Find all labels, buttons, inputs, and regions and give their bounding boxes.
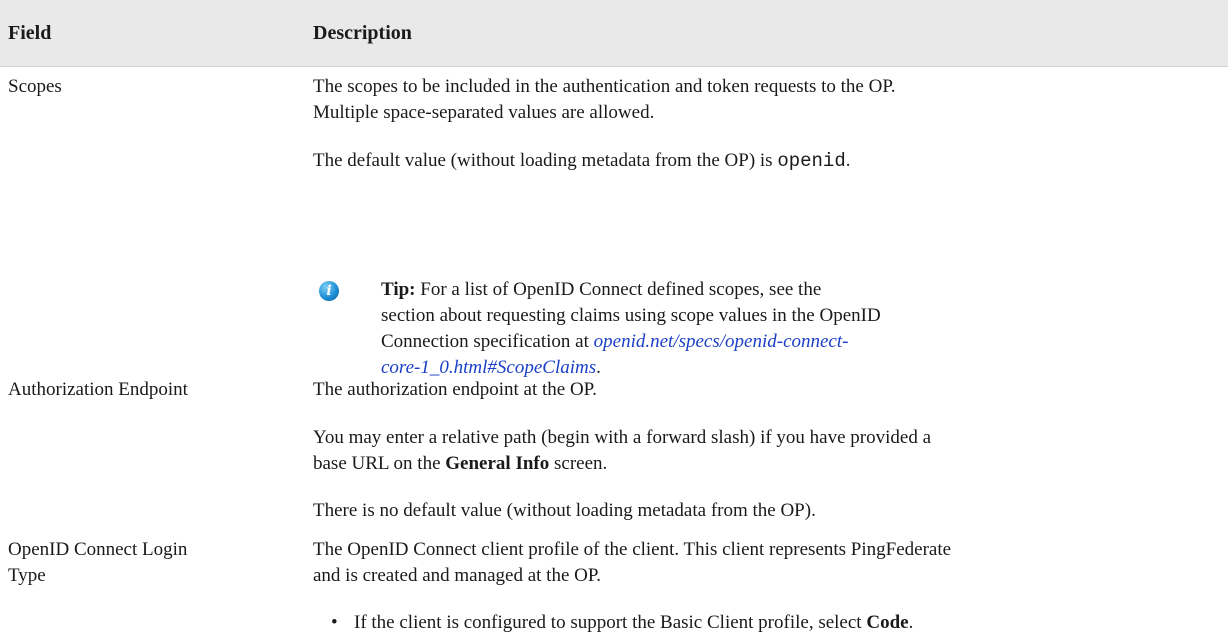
tip-text-3: Connection specification at: [381, 331, 594, 352]
tip-line2: section about requesting claims using sc…: [381, 305, 881, 326]
header-description: Description: [313, 22, 412, 44]
tip-text-1: For a list of OpenID Connect defined sco…: [415, 279, 822, 300]
bullet-text: If the client is configured to support t…: [354, 612, 867, 633]
bullet-marker: •: [331, 612, 338, 633]
tip-line1: Tip: For a list of OpenID Connect define…: [381, 277, 1101, 303]
tip-label: Tip:: [381, 279, 416, 300]
spec-link-cont[interactable]: core-1_0.html#ScopeClaims: [381, 357, 596, 378]
login-desc-line1: The OpenID Connect client profile of the…: [313, 539, 952, 560]
code-option: Code: [866, 612, 909, 633]
general-info-ref: General Info: [445, 453, 550, 474]
auth-path-line2: base URL on the General Info screen.: [313, 451, 1203, 477]
tip-line3: Connection specification at openid.net/s…: [381, 329, 1101, 355]
login-bullet-code: If the client is configured to support t…: [354, 610, 1214, 636]
tip-end: .: [596, 357, 601, 378]
auth-path-end: screen.: [549, 453, 608, 474]
scopes-desc-line2: Multiple space-separated values are allo…: [313, 102, 655, 123]
info-icon: i: [319, 281, 339, 301]
auth-path-line1: You may enter a relative path (begin wit…: [313, 427, 932, 448]
scopes-default-text: The default value (without loading metad…: [313, 150, 778, 171]
field-scopes: Scopes: [8, 76, 62, 97]
auth-default: There is no default value (without loadi…: [313, 500, 816, 521]
field-login-type-line2: Type: [8, 565, 46, 586]
header-field: Field: [8, 22, 52, 44]
field-login-type-line1: OpenID Connect Login: [8, 539, 188, 560]
scopes-default: The default value (without loading metad…: [313, 148, 1203, 174]
scopes-tip: Tip: For a list of OpenID Connect define…: [381, 277, 1101, 381]
auth-desc: The authorization endpoint at the OP.: [313, 379, 597, 400]
login-desc-line2: and is created and managed at the OP.: [313, 565, 602, 586]
scopes-desc-line1: The scopes to be included in the authent…: [313, 76, 896, 97]
auth-path-text: base URL on the: [313, 453, 446, 474]
spec-link[interactable]: openid.net/specs/openid-connect-: [594, 331, 849, 352]
bullet-end: .: [908, 612, 914, 633]
table-header: Field Description: [0, 0, 1228, 67]
scopes-default-end: .: [845, 150, 851, 171]
field-authorization-endpoint: Authorization Endpoint: [8, 379, 188, 400]
scopes-default-code: openid: [777, 150, 846, 172]
